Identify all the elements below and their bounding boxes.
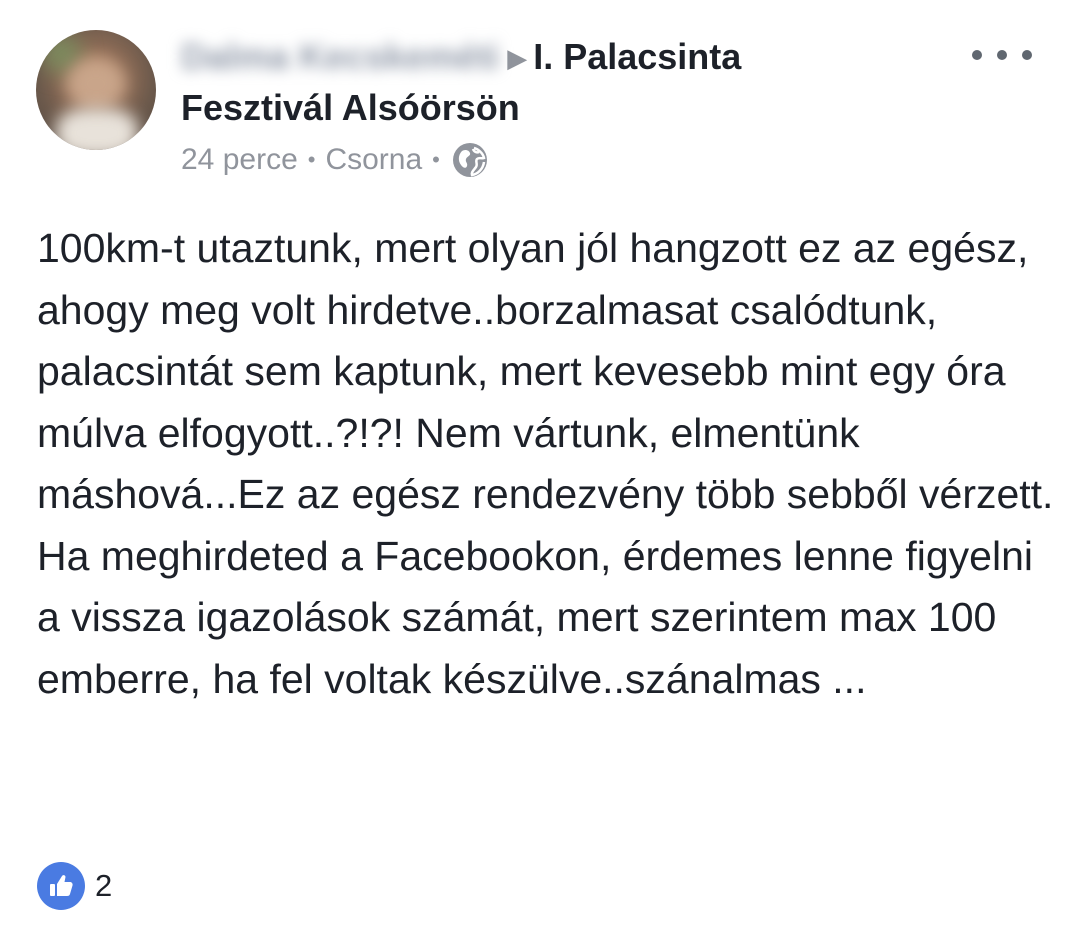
post-meta: 24 perce • Csorna •: [181, 140, 488, 180]
arrow-right-icon: ▶: [507, 43, 528, 73]
post-card: Dalma Kecskeméti ▶ I. Palacsinta Fesztivál…: [0, 0, 1080, 929]
target-page-link-part2[interactable]: Fesztivál Alsóörsön: [181, 87, 520, 128]
more-options-button[interactable]: [972, 40, 1032, 70]
post-header: Dalma Kecskeméti ▶ I. Palacsinta Fesztivál…: [181, 32, 961, 133]
author-name[interactable]: Dalma Kecskeméti: [181, 32, 499, 82]
dot-icon: [972, 50, 982, 60]
header-line-2: Fesztivál Alsóörsön: [181, 83, 961, 133]
header-line-1: Dalma Kecskeméti ▶ I. Palacsinta: [181, 32, 961, 83]
meta-separator: •: [432, 147, 440, 172]
meta-separator: •: [307, 147, 316, 172]
target-page-link-part1[interactable]: I. Palacsinta: [533, 36, 741, 77]
post-text: 100km-t utaztunk, mert olyan jól hangzot…: [37, 225, 1054, 702]
author-avatar[interactable]: [36, 30, 156, 150]
post-timestamp[interactable]: 24 perce: [181, 140, 298, 180]
dot-icon: [997, 50, 1007, 60]
reactions-bar[interactable]: 2: [37, 862, 112, 910]
like-icon: [37, 862, 85, 910]
dot-icon: [1022, 50, 1032, 60]
post-location[interactable]: Csorna: [325, 140, 422, 180]
reaction-count: 2: [95, 868, 113, 903]
globe-icon[interactable]: [452, 142, 488, 178]
